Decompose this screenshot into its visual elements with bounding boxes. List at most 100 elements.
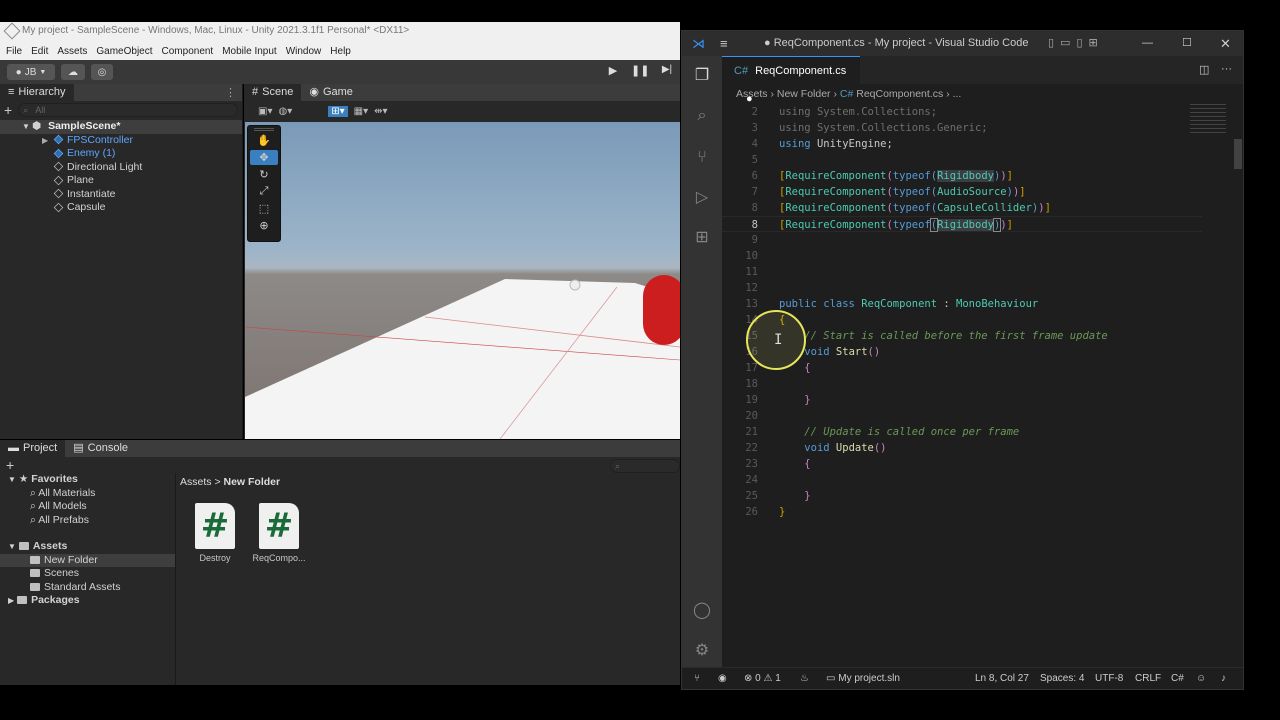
hierarchy-item[interactable]: Directional Light bbox=[0, 161, 242, 175]
code-token: using bbox=[779, 122, 817, 134]
menu-component[interactable]: Component bbox=[162, 46, 214, 57]
gear-icon[interactable]: ⚙ bbox=[692, 641, 712, 661]
warning-icon: ⚠ bbox=[763, 673, 773, 684]
hierarchy-item[interactable]: Capsule bbox=[0, 201, 242, 215]
line-number: 21 bbox=[745, 426, 758, 438]
bell-icon[interactable]: ♪ bbox=[1221, 668, 1226, 690]
close-icon[interactable]: ✕ bbox=[1220, 31, 1231, 56]
step-button[interactable]: ▶| bbox=[658, 64, 676, 80]
menu-gameobject[interactable]: GameObject bbox=[96, 46, 152, 57]
breadcrumb-current[interactable]: New Folder bbox=[224, 476, 281, 488]
menu-mobile-input[interactable]: Mobile Input bbox=[222, 46, 276, 57]
hierarchy-item[interactable]: ▶ FPSController bbox=[0, 134, 242, 148]
split-editor-icon[interactable]: ◫ bbox=[1199, 63, 1209, 76]
editor-scrollbar[interactable] bbox=[1234, 139, 1242, 169]
shading-icon[interactable]: ◍▾ bbox=[278, 106, 292, 117]
create-asset-button[interactable]: + bbox=[6, 457, 14, 473]
pause-button[interactable]: ❚❚ bbox=[631, 64, 649, 80]
asset-folder-item[interactable]: New Folder bbox=[0, 553, 175, 567]
solution-indicator[interactable]: ▭ My project.sln bbox=[826, 668, 900, 690]
asset-file[interactable]: # ReqCompo... bbox=[249, 503, 309, 563]
breadcrumb-item[interactable]: ReqComponent.cs bbox=[856, 88, 943, 100]
tab-game[interactable]: ◉ Game bbox=[301, 84, 361, 101]
hierarchy-item[interactable]: Plane bbox=[0, 174, 242, 188]
source-control-icon[interactable]: ⑂ bbox=[692, 148, 712, 168]
hierarchy-search-input[interactable]: ⌕ All bbox=[18, 102, 238, 117]
scale-tool-icon[interactable]: ⤢ bbox=[250, 184, 278, 199]
play-button[interactable]: ▶ bbox=[604, 64, 622, 80]
tab-console[interactable]: ▤ Console bbox=[65, 440, 136, 457]
rotate-tool-icon[interactable]: ↻ bbox=[250, 167, 278, 182]
run-debug-icon[interactable]: ▷ bbox=[692, 188, 712, 208]
project-search-input[interactable]: ⌕ bbox=[610, 459, 680, 473]
hand-tool-icon[interactable]: ✋ bbox=[250, 133, 278, 148]
packages-row[interactable]: ▶ Packages bbox=[0, 594, 175, 608]
favorites-item[interactable]: ⌕ All Materials bbox=[0, 487, 175, 501]
panel-menu-icon[interactable]: ⋮ bbox=[225, 86, 236, 99]
encoding[interactable]: UTF-8 bbox=[1095, 668, 1123, 690]
layout-controls-icon[interactable]: ▯▭▯⊞ bbox=[1048, 31, 1104, 56]
minimap[interactable] bbox=[1190, 104, 1226, 134]
omnisharp-icon[interactable]: ♨ bbox=[800, 668, 809, 690]
play-icon: ▶ bbox=[608, 65, 618, 77]
breadcrumb-item[interactable]: New Folder bbox=[777, 88, 831, 100]
search-icon[interactable]: ⌕ bbox=[692, 106, 712, 126]
remote-icon[interactable]: ⑂ bbox=[694, 668, 700, 690]
indentation[interactable]: Spaces: 4 bbox=[1040, 668, 1084, 690]
hierarchy-item[interactable]: Instantiate bbox=[0, 188, 242, 202]
transform-tool-icon[interactable]: ⊕ bbox=[250, 218, 278, 233]
line-number: 24 bbox=[745, 474, 758, 486]
account-icon[interactable]: ◯ bbox=[692, 601, 712, 621]
scene-name: SampleScene* bbox=[48, 120, 121, 132]
account-button[interactable]: ● JB ▼ bbox=[7, 64, 55, 80]
tab-scene[interactable]: # Scene bbox=[244, 84, 302, 101]
hierarchy-item[interactable]: Enemy (1) bbox=[0, 147, 242, 161]
code-line: 23 { bbox=[722, 456, 1202, 472]
extensions-icon[interactable]: ⊞ bbox=[692, 228, 712, 248]
scene-viewport[interactable] bbox=[245, 122, 680, 439]
explorer-icon[interactable]: ❐ bbox=[692, 66, 712, 86]
asset-file[interactable]: # Destroy bbox=[185, 503, 245, 563]
menu-assets[interactable]: Assets bbox=[57, 46, 87, 57]
favorites-item[interactable]: ⌕ All Prefabs bbox=[0, 514, 175, 528]
feedback-icon[interactable]: ☺ bbox=[1196, 668, 1206, 690]
move-tool-icon[interactable]: ✥ bbox=[250, 150, 278, 165]
maximize-icon[interactable]: ☐ bbox=[1182, 31, 1192, 56]
hierarchy-item-label: Directional Light bbox=[67, 160, 143, 173]
line-ending[interactable]: CRLF bbox=[1135, 668, 1161, 690]
cursor-position[interactable]: Ln 8, Col 27 bbox=[975, 668, 1029, 690]
menu-window[interactable]: Window bbox=[286, 46, 322, 57]
language-mode[interactable]: C# bbox=[1171, 668, 1184, 690]
editor-tab[interactable]: C# ReqComponent.cs ● bbox=[722, 56, 860, 105]
menu-hamburger-icon[interactable]: ≡ bbox=[720, 31, 728, 56]
breadcrumb-item[interactable]: Assets bbox=[736, 88, 768, 100]
ports-icon[interactable]: ◉ bbox=[718, 668, 727, 690]
breadcrumb-root[interactable]: Assets bbox=[180, 476, 212, 488]
increment-snap-icon[interactable]: ⇹▾ bbox=[374, 106, 387, 117]
asset-folder-item[interactable]: Standard Assets bbox=[0, 581, 175, 595]
gizmo-icon[interactable]: ⊞▾ bbox=[328, 106, 348, 117]
breadcrumb-item[interactable]: ... bbox=[953, 88, 962, 100]
rect-tool-icon[interactable]: ⬚ bbox=[250, 201, 278, 216]
grid-snap-icon[interactable]: ▦▾ bbox=[354, 106, 368, 117]
menu-help[interactable]: Help bbox=[330, 46, 351, 57]
collab-button[interactable]: ◎ bbox=[91, 64, 113, 80]
tab-hierarchy[interactable]: ≡ Hierarchy bbox=[0, 84, 74, 101]
cloud-button[interactable]: ☁ bbox=[61, 64, 85, 80]
unity-logo-icon bbox=[3, 22, 21, 40]
code-editor[interactable]: 2 using System.Collections; 3 using System… bbox=[722, 104, 1243, 667]
tab-project[interactable]: ▬ Project bbox=[0, 440, 66, 457]
favorites-row[interactable]: ▼ ★ Favorites bbox=[0, 473, 175, 487]
menu-edit[interactable]: Edit bbox=[31, 46, 48, 57]
add-object-button[interactable]: + bbox=[4, 102, 12, 118]
problems-indicator[interactable]: ⊗ 0 ⚠ 1 bbox=[744, 668, 781, 690]
search-icon: ⌕ bbox=[615, 461, 621, 471]
minimize-icon[interactable]: — bbox=[1142, 31, 1153, 56]
favorites-item[interactable]: ⌕ All Models bbox=[0, 500, 175, 514]
more-actions-icon[interactable]: ··· bbox=[1221, 63, 1232, 75]
asset-folder-item[interactable]: Scenes bbox=[0, 567, 175, 581]
draw-mode-icon[interactable]: ▣▾ bbox=[258, 106, 272, 117]
assets-row[interactable]: ▼ Assets bbox=[0, 540, 175, 554]
menu-file[interactable]: File bbox=[6, 46, 22, 57]
hierarchy-scene-row[interactable]: ▼ ⬢ SampleScene* bbox=[0, 120, 242, 134]
